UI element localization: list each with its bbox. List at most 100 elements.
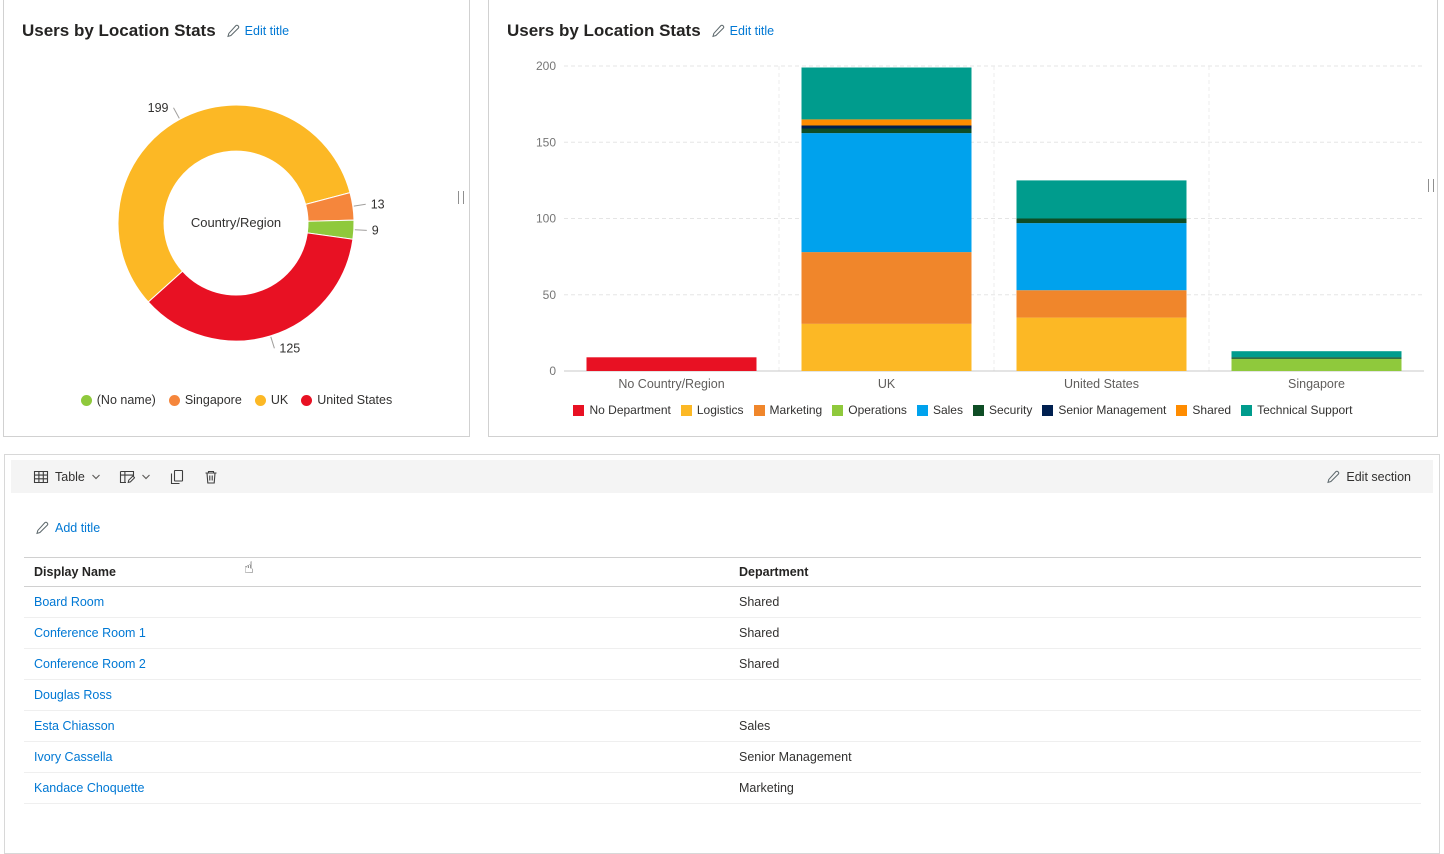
bar-card-header: Users by Location Stats Edit title bbox=[507, 21, 774, 41]
display-name-cell: Board Room bbox=[24, 595, 729, 609]
resize-handle[interactable] bbox=[1428, 179, 1434, 192]
edit-title-button[interactable]: Edit title bbox=[711, 24, 774, 38]
bar-segment[interactable] bbox=[1017, 290, 1187, 317]
donut-legend: (No name) Singapore UK United States bbox=[4, 393, 469, 407]
donut-chart[interactable]: 199139125Country/Region bbox=[4, 53, 469, 353]
edit-title-button[interactable]: Edit title bbox=[226, 24, 289, 38]
display-name-link[interactable]: Conference Room 2 bbox=[34, 657, 146, 671]
department-cell: Shared bbox=[729, 626, 1421, 640]
label-leader-line bbox=[355, 230, 367, 231]
legend-item[interactable]: (No name) bbox=[81, 393, 156, 407]
edit-title-label: Edit title bbox=[245, 24, 289, 38]
donut-value-label: 125 bbox=[279, 341, 300, 353]
legend-item[interactable]: Security bbox=[973, 403, 1032, 417]
table-row: Ivory Cassella Senior Management bbox=[24, 742, 1421, 773]
table-row: Douglas Ross bbox=[24, 680, 1421, 711]
display-name-cell: Kandace Choquette bbox=[24, 781, 729, 795]
bar-segment[interactable] bbox=[802, 119, 972, 125]
bar-chart[interactable]: 050100150200No Country/RegionUKUnited St… bbox=[534, 48, 1429, 398]
copy-button[interactable] bbox=[161, 465, 193, 489]
legend-item[interactable]: United States bbox=[301, 393, 392, 407]
x-axis-label: No Country/Region bbox=[618, 377, 724, 391]
legend-label: Logistics bbox=[697, 403, 744, 417]
bar-segment[interactable] bbox=[802, 324, 972, 371]
display-name-link[interactable]: Ivory Cassella bbox=[34, 750, 113, 764]
display-name-link[interactable]: Board Room bbox=[34, 595, 104, 609]
pencil-icon bbox=[35, 521, 49, 535]
column-header-department[interactable]: Department bbox=[729, 565, 1421, 579]
legend-swatch bbox=[1042, 405, 1053, 416]
display-name-cell: Conference Room 2 bbox=[24, 657, 729, 671]
bar-segment[interactable] bbox=[802, 252, 972, 324]
donut-slice[interactable] bbox=[148, 233, 353, 341]
bar-segment[interactable] bbox=[1017, 180, 1187, 218]
legend-item[interactable]: Technical Support bbox=[1241, 403, 1352, 417]
donut-center-label: Country/Region bbox=[191, 215, 281, 230]
legend-swatch bbox=[81, 395, 92, 406]
legend-label: Senior Management bbox=[1058, 403, 1166, 417]
legend-item[interactable]: Operations bbox=[832, 403, 907, 417]
donut-chart-card: Users by Location Stats Edit title 19913… bbox=[3, 0, 470, 437]
bar-segment[interactable] bbox=[802, 133, 972, 252]
bar-legend: No Department Logistics Marketing Operation… bbox=[489, 403, 1437, 417]
y-axis-tick: 0 bbox=[549, 364, 556, 378]
x-axis-label: UK bbox=[878, 377, 896, 391]
table-type-dropdown[interactable]: Table bbox=[25, 465, 109, 489]
legend-item[interactable]: Singapore bbox=[169, 393, 242, 407]
display-name-link[interactable]: Kandace Choquette bbox=[34, 781, 145, 795]
display-name-link[interactable]: Esta Chiasson bbox=[34, 719, 115, 733]
bar-chart-card: Users by Location Stats Edit title 05010… bbox=[488, 0, 1438, 437]
resize-handle[interactable] bbox=[458, 191, 464, 204]
legend-label: Singapore bbox=[185, 393, 242, 407]
bar-segment[interactable] bbox=[1017, 223, 1187, 290]
display-name-link[interactable]: Conference Room 1 bbox=[34, 626, 146, 640]
column-header-display-name[interactable]: Display Name bbox=[24, 565, 729, 579]
pencil-icon bbox=[1326, 470, 1340, 484]
bar-segment[interactable] bbox=[1017, 219, 1187, 224]
bar-segment[interactable] bbox=[1017, 318, 1187, 371]
card-title: Users by Location Stats bbox=[507, 21, 701, 41]
legend-item[interactable]: Marketing bbox=[754, 403, 823, 417]
legend-swatch bbox=[255, 395, 266, 406]
label-leader-line bbox=[271, 337, 275, 349]
legend-swatch bbox=[681, 405, 692, 416]
legend-item[interactable]: Senior Management bbox=[1042, 403, 1166, 417]
delete-button[interactable] bbox=[195, 465, 227, 489]
legend-label: No Department bbox=[589, 403, 670, 417]
edit-section-button[interactable]: Edit section bbox=[1318, 466, 1419, 488]
edit-title-label: Edit title bbox=[730, 24, 774, 38]
bar-segment[interactable] bbox=[1232, 351, 1402, 357]
legend-item[interactable]: Logistics bbox=[681, 403, 744, 417]
trash-icon bbox=[203, 469, 219, 485]
legend-swatch bbox=[754, 405, 765, 416]
table-row: Board RoomShared bbox=[24, 587, 1421, 618]
bar-segment[interactable] bbox=[587, 357, 757, 371]
department-cell: Senior Management bbox=[729, 750, 1421, 764]
legend-item[interactable]: Sales bbox=[917, 403, 963, 417]
copy-icon bbox=[169, 469, 185, 485]
display-name-link[interactable]: Douglas Ross bbox=[34, 688, 112, 702]
bar-segment[interactable] bbox=[802, 129, 972, 134]
bar-segment[interactable] bbox=[802, 68, 972, 120]
legend-swatch bbox=[832, 405, 843, 416]
edit-columns-dropdown[interactable] bbox=[111, 465, 159, 489]
bar-segment[interactable] bbox=[802, 126, 972, 129]
legend-label: Sales bbox=[933, 403, 963, 417]
bar-segment[interactable] bbox=[1232, 359, 1402, 371]
donut-value-label: 9 bbox=[372, 223, 379, 237]
legend-label: Security bbox=[989, 403, 1032, 417]
legend-label: Marketing bbox=[770, 403, 823, 417]
x-axis-label: Singapore bbox=[1288, 377, 1345, 391]
donut-value-label: 13 bbox=[371, 197, 385, 211]
add-title-button[interactable]: Add title bbox=[35, 521, 100, 535]
display-name-cell: Conference Room 1 bbox=[24, 626, 729, 640]
edit-section-label: Edit section bbox=[1346, 470, 1411, 484]
legend-swatch bbox=[973, 405, 984, 416]
legend-label: UK bbox=[271, 393, 288, 407]
legend-item[interactable]: Shared bbox=[1176, 403, 1231, 417]
bar-segment[interactable] bbox=[1232, 357, 1402, 359]
add-title-label: Add title bbox=[55, 521, 100, 535]
table-row: Conference Room 2Shared bbox=[24, 649, 1421, 680]
legend-item[interactable]: UK bbox=[255, 393, 288, 407]
legend-item[interactable]: No Department bbox=[573, 403, 670, 417]
